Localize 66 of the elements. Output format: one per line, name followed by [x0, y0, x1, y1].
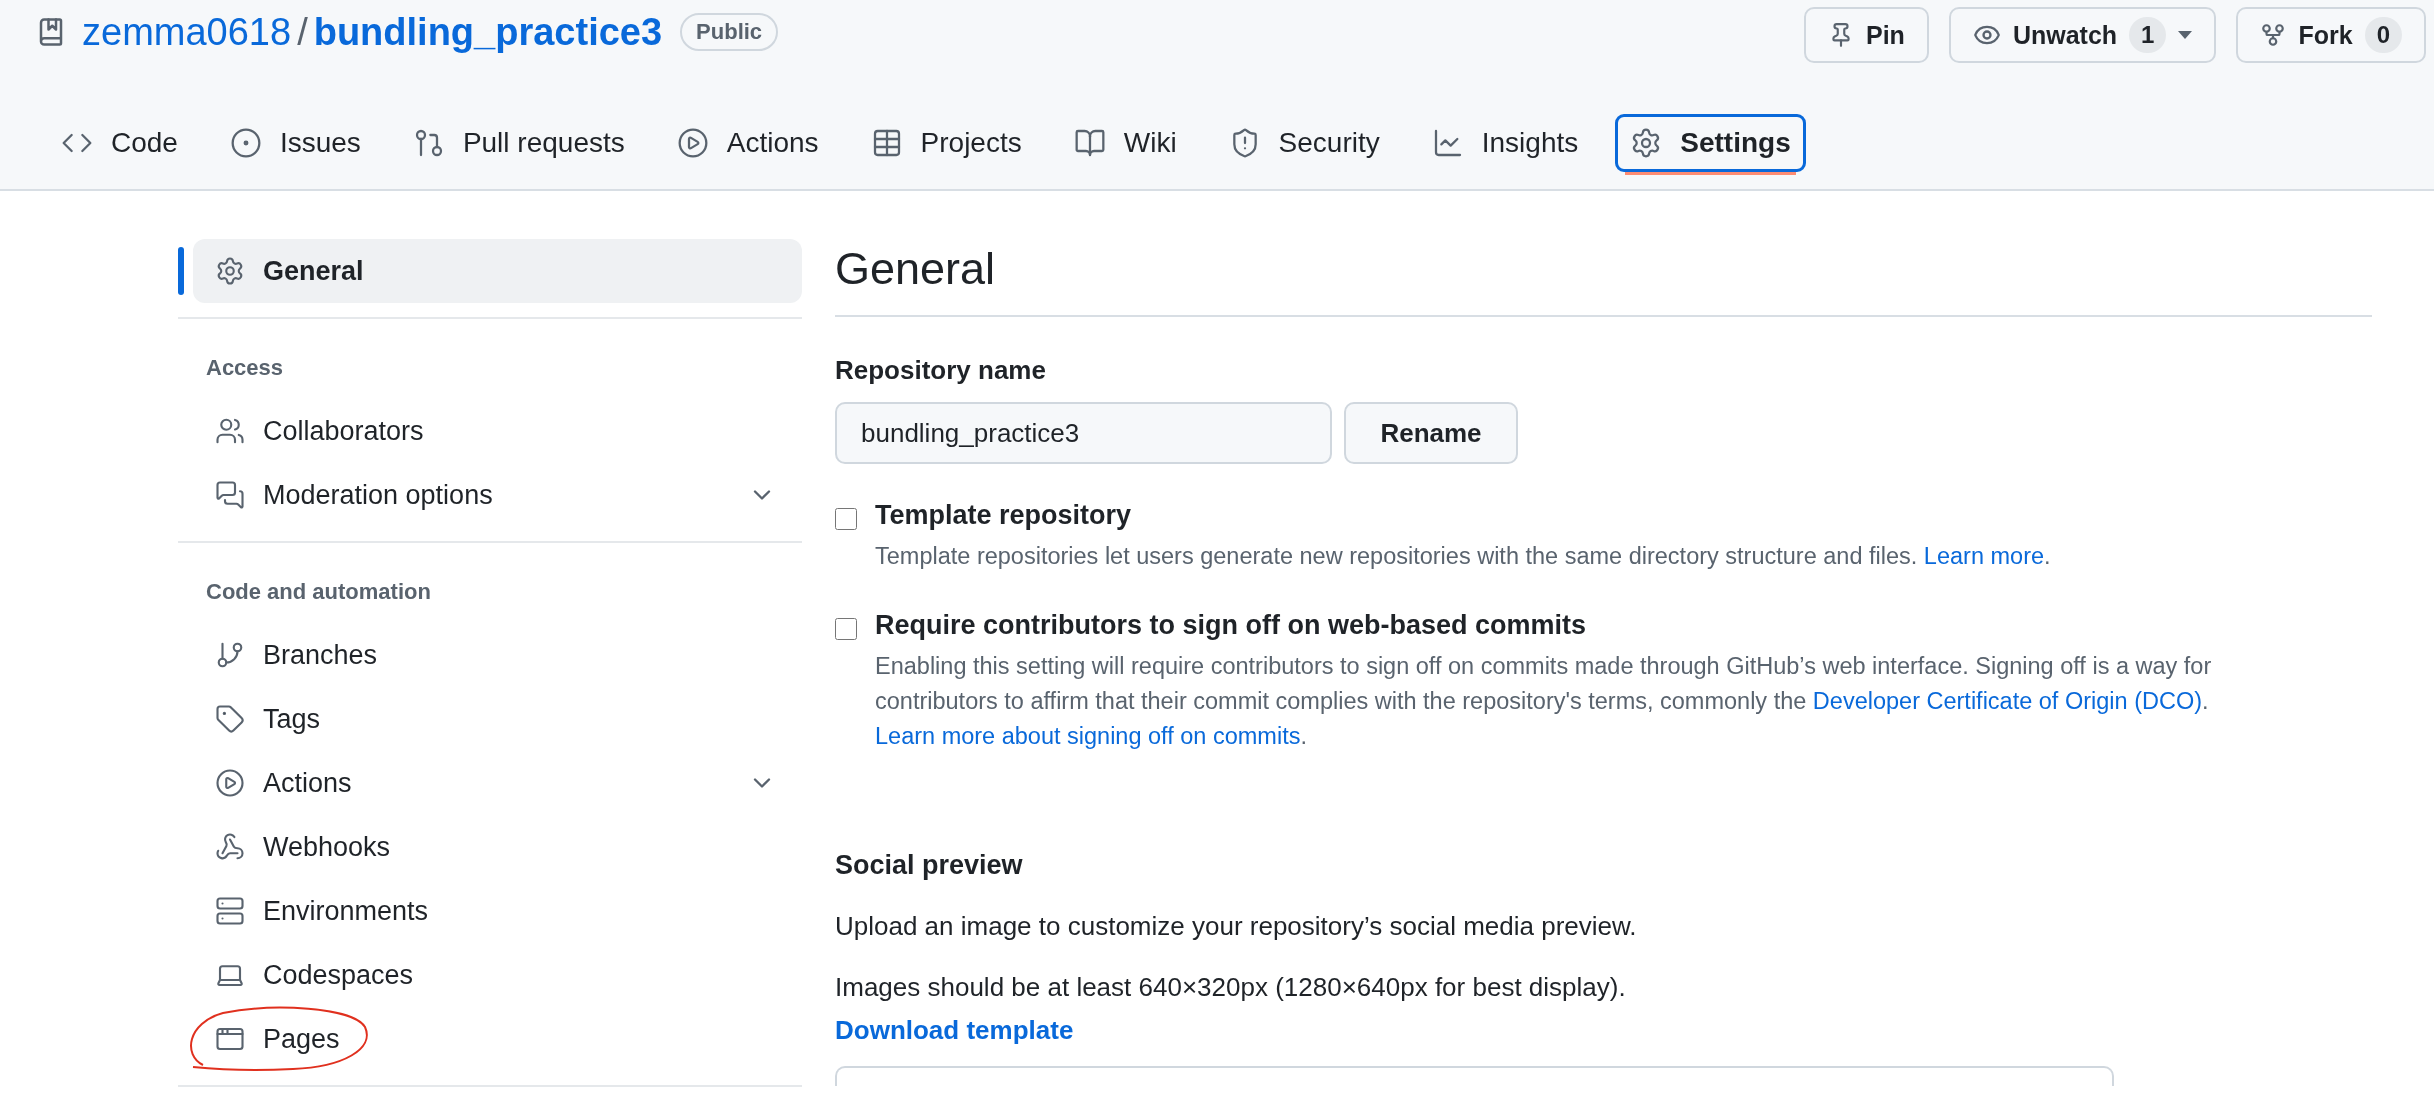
page-title: General: [835, 243, 2372, 317]
option-description: Template repositories let users generate new repositories with the same directory structure and files. Learn more.: [875, 542, 2052, 571]
item-label: Tags: [263, 703, 321, 735]
sidebar-item[interactable]: Tags: [193, 687, 802, 751]
fork-button[interactable]: Fork 0: [2236, 7, 2426, 63]
nav-tab[interactable]: Code: [46, 114, 193, 172]
option-description: Enabling this setting will require contributors to sign off on commits made through GitHub’s web interface. Signing off is a way for contributors to affirm that their commit complies with the repository's terms, commonly the Developer Certificate of Origin (DCO). Learn more about signing off on commits.: [875, 652, 2213, 751]
sidebar-item[interactable]: Collaborators: [193, 399, 802, 463]
tab-label: Pull requests: [462, 127, 625, 159]
learn-more-link[interactable]: Learn more about signing off on commits: [875, 723, 1301, 749]
sidebar-item[interactable]: Actions: [193, 751, 802, 815]
sidebar-item[interactable]: Codespaces: [193, 943, 802, 1007]
item-label: Codespaces: [263, 959, 414, 991]
tab-label: Settings: [1680, 127, 1791, 159]
nav-tab[interactable]: Settings: [1615, 114, 1806, 172]
learn-more-link[interactable]: Learn more: [1923, 543, 2045, 569]
section-heading: Access: [205, 354, 285, 382]
path-separator: /: [297, 10, 308, 54]
tab-label: Projects: [920, 127, 1022, 159]
button-label: Unwatch: [2012, 20, 2118, 50]
tab-label: Actions: [726, 127, 819, 159]
tab-label: Wiki: [1123, 127, 1177, 159]
rename-button[interactable]: Rename: [1344, 402, 1518, 464]
item-label: Environments: [263, 895, 429, 927]
counter: 1: [2129, 17, 2167, 53]
item-label: Moderation options: [263, 479, 493, 511]
section-heading: Code and automation: [205, 578, 432, 606]
nav-tab[interactable]: Projects: [855, 114, 1037, 172]
repo-name-link[interactable]: bundling_practice3: [313, 10, 663, 54]
nav-tab[interactable]: Pull requests: [397, 114, 640, 172]
learn-more-link[interactable]: Developer Certificate of Origin (DCO): [1812, 688, 2203, 714]
sidebar-item[interactable]: Branches: [193, 623, 802, 687]
sidebar-item[interactable]: Moderation options: [193, 463, 802, 527]
download-link[interactable]: Download template: [835, 1015, 2372, 1046]
owner-link[interactable]: zemma0618: [82, 10, 292, 54]
item-label: Webhooks: [263, 831, 391, 863]
nav-tab[interactable]: Security: [1213, 114, 1395, 172]
item-label: Pages: [263, 1023, 340, 1055]
sidebar-item[interactable]: Pages: [193, 1007, 802, 1071]
counter: 0: [2364, 17, 2402, 53]
button-label: Fork: [2298, 20, 2353, 50]
watch-button[interactable]: Unwatch 1: [1948, 7, 2217, 63]
sidebar-item[interactable]: Webhooks: [193, 815, 802, 879]
nav-tab[interactable]: Issues: [214, 114, 376, 172]
field-label: Repository name: [835, 355, 1047, 386]
tab-label: Insights: [1481, 127, 1579, 159]
button-label: Pin: [1866, 20, 1905, 50]
pin-button[interactable]: Pin: [1804, 7, 1929, 63]
item-label: Collaborators: [263, 415, 424, 447]
section-title: Social preview: [835, 850, 1024, 881]
option-label: Template repository: [875, 500, 1133, 531]
help-text: Upload an image to customize your repository’s social media preview.: [835, 911, 1638, 942]
sidebar-item[interactable]: Environments: [193, 879, 802, 943]
visibility-label: Public: [680, 13, 779, 51]
tab-label: Security: [1278, 127, 1380, 159]
tab-label: Issues: [279, 127, 361, 159]
item-label: General: [263, 255, 364, 287]
option-label: Require contributors to sign off on web-based commits: [875, 610, 1588, 641]
help-text: Images should be at least 640×320px (1280×640px for best display).: [835, 972, 1627, 1003]
nav-tab[interactable]: Wiki: [1058, 114, 1192, 172]
item-label: Branches: [263, 639, 378, 671]
item-label: Actions: [263, 767, 352, 799]
repository-name-field[interactable]: bundling_practice3: [835, 402, 1332, 464]
nav-tab[interactable]: Actions: [661, 114, 834, 172]
tab-label: Code: [111, 127, 178, 159]
nav-tab[interactable]: Insights: [1416, 114, 1594, 172]
